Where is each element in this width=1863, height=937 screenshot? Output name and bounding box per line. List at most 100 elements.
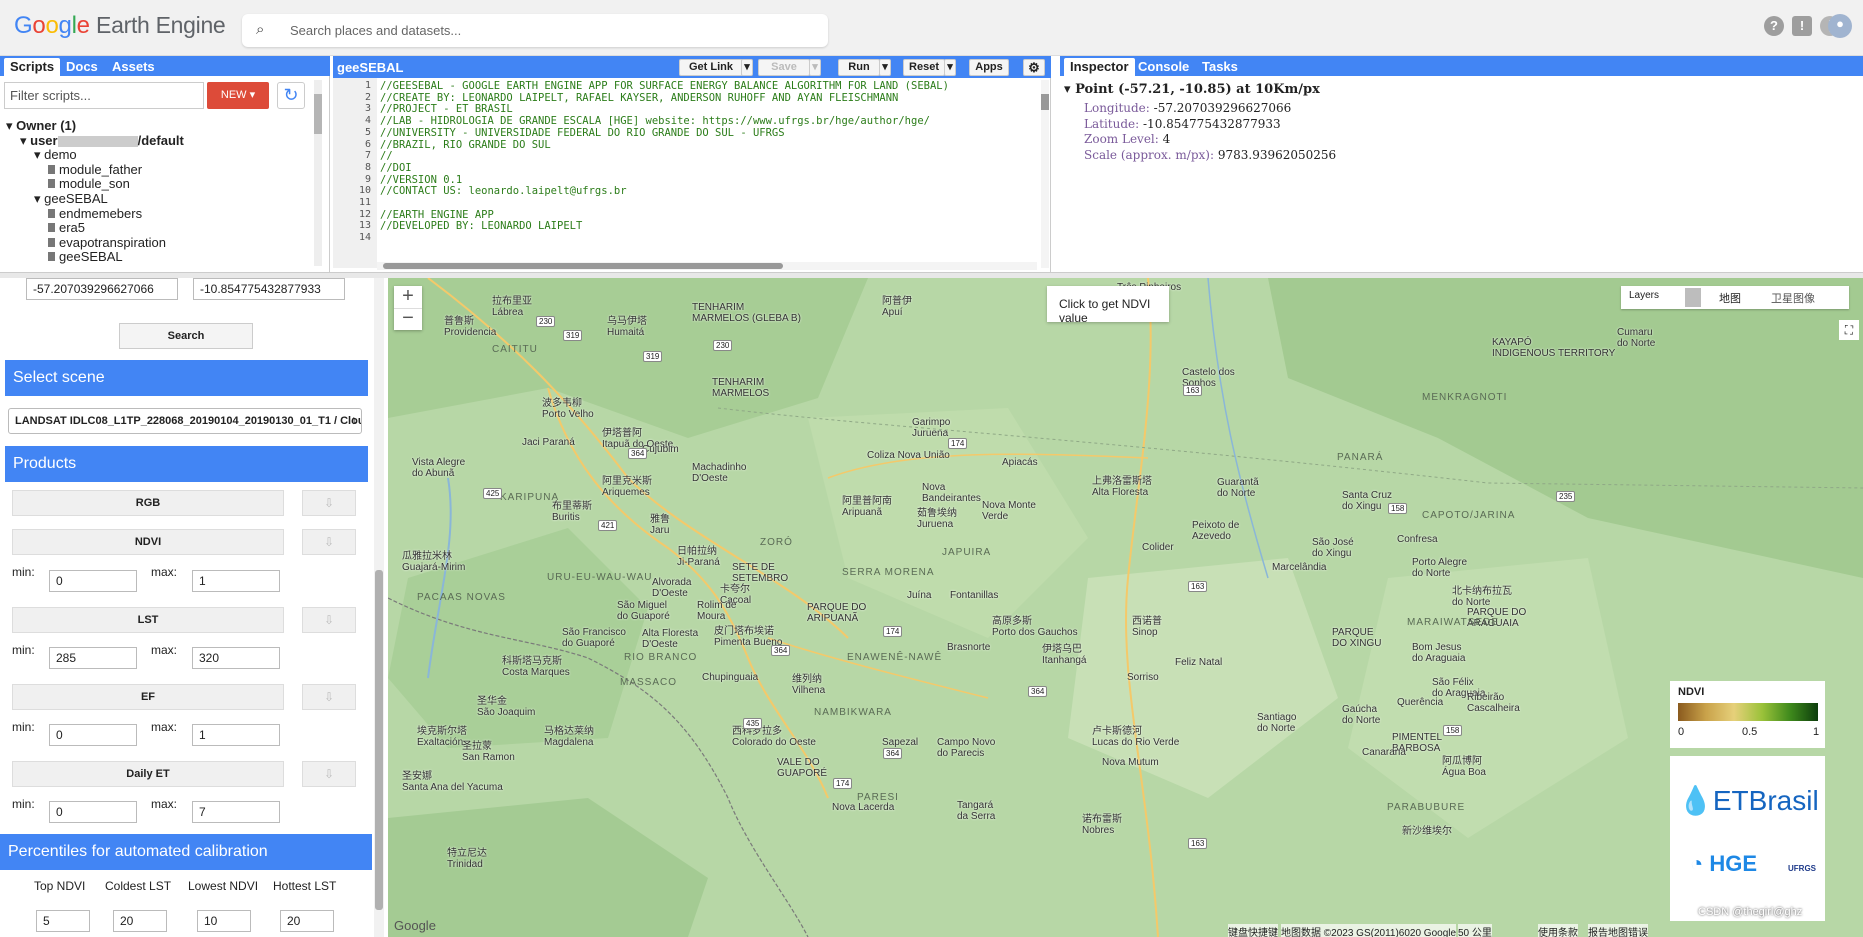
lst-min-input[interactable]: 285 [49,647,137,669]
coldest-lst-input[interactable]: 20 [113,910,167,932]
reset-dropdown[interactable]: ▾ [944,59,956,76]
collapse-caret-icon[interactable]: ▾ [1064,82,1075,97]
ndvi-max-input[interactable]: 1 [192,570,280,592]
caret-icon[interactable]: ▾ [20,133,30,148]
place-name: 特立尼达 [447,848,487,859]
save-dropdown[interactable]: ▾ [809,59,821,76]
ndvi-button[interactable]: NDVI [12,529,284,555]
keyboard-shortcuts-link[interactable]: 键盘快捷键 [1228,924,1278,937]
tab-console[interactable]: Console [1132,58,1195,76]
script-folder-item[interactable]: ▾ demo [34,147,77,163]
script-folder-item[interactable]: ▾ user/default [20,133,184,149]
tab-assets[interactable]: Assets [106,58,161,76]
download-icon[interactable]: ⇩ [302,607,356,633]
editor-scrollbar[interactable] [1041,80,1049,268]
map-view-button[interactable]: 地图 [1719,290,1741,306]
hottest-lst-input[interactable]: 20 [280,910,334,932]
filter-scripts-input[interactable]: Filter scripts... [4,82,204,109]
place-name: Marcelândia [1272,562,1327,573]
latitude-input[interactable]: -10.854775432877933 [193,278,345,300]
layers-toggle-icon[interactable] [1685,288,1701,307]
download-icon[interactable]: ⇩ [302,761,356,787]
report-error-link[interactable]: 报告地图错误 [1588,924,1648,937]
map-place-label: 波多韦柳 Porto Velho [542,394,594,420]
run-button[interactable]: Run [838,59,880,76]
zoom-out-icon[interactable]: − [394,308,422,330]
fullscreen-icon[interactable]: ⛶ [1839,320,1859,340]
scripts-scrollbar[interactable] [314,80,322,266]
script-file-item[interactable]: endmemebers [48,206,142,221]
et-max-input[interactable]: 7 [192,801,280,823]
caret-icon[interactable]: ▾ [34,191,44,206]
daily-et-button[interactable]: Daily ET [12,761,284,787]
download-icon[interactable]: ⇩ [302,684,356,710]
script-file-item[interactable]: geeSEBAL [48,249,123,264]
search-button[interactable]: Search [119,323,253,349]
tab-tasks[interactable]: Tasks [1196,58,1244,76]
map-place-label: 圣拉蒙 San Ramon [462,737,515,763]
tab-inspector[interactable]: Inspector [1064,58,1135,76]
coldest-lst-label: Coldest LST [105,879,172,893]
et-min-input[interactable]: 0 [49,801,137,823]
longitude-input[interactable]: -57.207039296627066 [26,278,178,300]
apps-button[interactable]: Apps [969,59,1009,76]
refresh-icon[interactable]: ↻ [277,82,305,109]
search-places-bar[interactable]: ⌕ Search places and datasets... [242,14,828,47]
script-file-item[interactable]: module_father [48,162,142,177]
download-icon[interactable]: ⇩ [302,490,356,516]
editor-header: geeSEBAL Get Link ▾ Save ▾ Run ▾ Reset ▾… [333,56,1051,78]
place-name-secondary: do Norte [1412,568,1451,579]
new-script-button[interactable]: NEW ▾ [207,82,269,109]
satellite-view-button[interactable]: 卫星图像 [1771,290,1815,306]
map-canvas[interactable]: 拉布里亚 Lábrea 普鲁斯 Providencia 乌马伊塔 Humaitá TENHA… [388,278,1863,937]
place-name: Fontanillas [950,590,999,601]
run-dropdown[interactable]: ▾ [879,59,891,76]
caret-icon[interactable]: ▾ [6,118,16,133]
tab-scripts[interactable]: Scripts [4,58,61,76]
earth-engine-logo[interactable]: Google Earth Engine [14,12,226,40]
script-folder-item[interactable]: ▾ geeSEBAL [34,191,108,207]
place-name: PANARÁ [1337,452,1384,463]
lst-max-input[interactable]: 320 [192,647,280,669]
line-number: 11 [358,197,371,208]
help-icon[interactable]: ? [1764,16,1784,36]
zoom-in-icon[interactable]: + [394,286,422,308]
download-icon[interactable]: ⇩ [302,529,356,555]
top-ndvi-input[interactable]: 5 [36,910,90,932]
get-link-button[interactable]: Get Link [679,59,743,76]
caret-icon[interactable]: ▾ [34,147,44,162]
place-name: 马格达莱纳 [544,726,594,737]
ndvi-min-input[interactable]: 0 [49,570,137,592]
user-avatar-icon[interactable]: ● [1828,14,1852,38]
place-name: 圣拉蒙 [462,741,492,752]
inspector-row: Scale (approx. m/px): 9783.93962050256 [1084,148,1336,162]
script-folder-item[interactable]: ▾ Owner (1) [6,118,76,134]
ef-button[interactable]: EF [12,684,284,710]
ef-max-input[interactable]: 1 [192,724,280,746]
lst-button[interactable]: LST [12,607,284,633]
place-name-secondary: do Parecis [937,748,985,759]
script-file-item[interactable]: module_son [48,176,130,191]
lowest-ndvi-input[interactable]: 10 [197,910,251,932]
script-file-item[interactable]: evapotranspiration [48,235,166,250]
place-name-secondary: Juruena [917,519,954,530]
inspector-point-heading[interactable]: ▾ Point (-57.21, -10.85) at 10Km/px [1064,82,1320,97]
settings-gear-icon[interactable]: ⚙ [1023,59,1045,76]
rgb-button[interactable]: RGB [12,490,284,516]
editor-hscrollbar[interactable] [377,262,1037,270]
scene-select[interactable]: LANDSAT IDLC08_L1TP_228068_20190104_2019… [8,408,362,434]
save-button[interactable]: Save [758,59,810,76]
get-link-dropdown[interactable]: ▾ [741,59,753,76]
reset-button[interactable]: Reset [903,59,945,76]
script-file-item[interactable]: era5 [48,220,85,235]
tab-docs[interactable]: Docs [60,58,104,76]
place-name-secondary: Porto dos Gauchos [992,627,1078,638]
panel-scrollbar[interactable] [374,278,384,937]
inspector-key: Latitude: [1084,116,1140,131]
layers-button[interactable]: Layers [1629,290,1659,301]
map-place-label: PACAAS NOVAS [417,592,506,603]
terms-link[interactable]: 使用条款 [1538,924,1578,937]
ef-min-input[interactable]: 0 [49,724,137,746]
place-name: Cujubim [642,444,679,455]
feedback-icon[interactable]: ! [1792,16,1812,36]
